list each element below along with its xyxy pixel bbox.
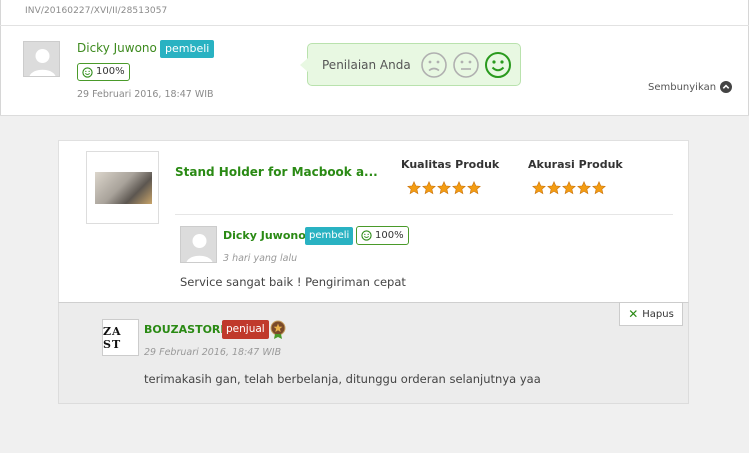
close-icon: ✕ (628, 307, 639, 321)
star-icon (407, 181, 421, 195)
star-icon (547, 181, 561, 195)
buyer-review-date: 29 Februari 2016, 18:47 WIB (77, 89, 214, 100)
chevron-up-circle-icon (720, 81, 733, 93)
seller-reply-text: terimakasih gan, telah berbelanja, ditun… (144, 372, 541, 386)
star-icon (562, 181, 576, 195)
product-thumbnail[interactable] (86, 151, 159, 224)
accuracy-stars (532, 181, 606, 195)
product-image (95, 172, 152, 204)
hide-label: Sembunyikan (648, 81, 717, 93)
buyer-role-badge: pembeli (160, 40, 215, 58)
reviewer-name[interactable]: Dicky Juwono (223, 229, 306, 242)
buyer-reputation-badge[interactable]: 100% (77, 63, 130, 81)
buyer-name[interactable]: Dicky Juwono (77, 41, 157, 55)
product-name-link[interactable]: Stand Holder for Macbook a... (175, 165, 378, 179)
star-icon (437, 181, 451, 195)
tooltip-arrow (300, 58, 308, 72)
star-icon (532, 181, 546, 195)
reviewer-reputation-value: 100% (375, 230, 404, 241)
quality-label: Kualitas Produk (401, 158, 500, 171)
delete-label: Hapus (642, 308, 674, 320)
seller-medal-icon[interactable] (270, 320, 286, 340)
rating-prompt: Penilaian Anda (300, 43, 521, 86)
default-user-icon (24, 42, 59, 76)
star-icon (467, 181, 481, 195)
buyer-reputation-value: 100% (96, 66, 125, 77)
quality-stars (407, 181, 481, 195)
smile-icon (82, 66, 93, 78)
reviewer-role-badge: pembeli (305, 227, 354, 245)
hide-button[interactable]: Sembunyikan (648, 81, 733, 93)
delete-reply-button[interactable]: ✕ Hapus (619, 302, 683, 326)
default-user-icon (181, 227, 216, 262)
seller-logo-text: ZA ST (103, 324, 122, 351)
divider (0, 25, 749, 26)
review-date: 3 hari yang lalu (223, 253, 298, 264)
seller-reply-date: 29 Februari 2016, 18:47 WIB (144, 347, 282, 358)
star-icon (592, 181, 606, 195)
sad-face-icon[interactable] (420, 51, 448, 79)
reviewer-avatar[interactable] (180, 226, 217, 263)
seller-logo[interactable]: ZA ST (102, 319, 139, 356)
star-icon (422, 181, 436, 195)
review-text: Service sangat baik ! Pengiriman cepat (180, 275, 406, 289)
star-icon (577, 181, 591, 195)
reviewer-reputation-badge[interactable]: 100% (356, 226, 409, 245)
neutral-face-icon[interactable] (452, 51, 480, 79)
rating-label: Penilaian Anda (322, 58, 411, 72)
smile-icon (361, 230, 372, 241)
divider (175, 214, 673, 215)
seller-role-badge: penjual (222, 320, 269, 339)
buyer-avatar[interactable] (23, 41, 60, 77)
invoice-number[interactable]: INV/20160227/XVI/II/28513057 (25, 6, 167, 16)
accuracy-label: Akurasi Produk (528, 158, 623, 171)
happy-face-icon[interactable] (484, 51, 512, 79)
star-icon (452, 181, 466, 195)
seller-name[interactable]: BOUZASTORE (144, 323, 228, 336)
